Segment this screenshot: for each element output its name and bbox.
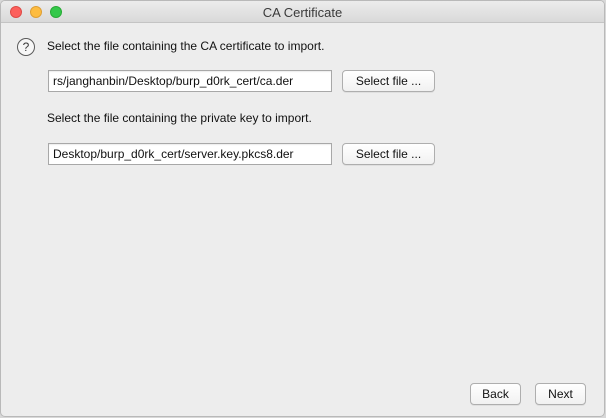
dialog-content: ? Select the file containing the CA cert… xyxy=(1,23,604,416)
select-key-file-button[interactable]: Select file ... xyxy=(342,143,435,165)
title-bar[interactable]: CA Certificate xyxy=(1,1,604,23)
private-key-path-text: Desktop/burp_d0rk_cert/server.key.pkcs8.… xyxy=(53,147,294,161)
ca-certificate-dialog: CA Certificate ? Select the file contain… xyxy=(0,0,605,417)
select-ca-file-button[interactable]: Select file ... xyxy=(342,70,435,92)
private-key-path-field[interactable]: Desktop/burp_d0rk_cert/server.key.pkcs8.… xyxy=(48,143,332,165)
window-title: CA Certificate xyxy=(262,5,343,20)
help-icon: ? xyxy=(17,38,35,56)
back-button[interactable]: Back xyxy=(470,383,521,405)
next-button[interactable]: Next xyxy=(535,383,586,405)
private-key-prompt: Select the file containing the private k… xyxy=(47,111,312,125)
ca-certificate-path-text: rs/janghanbin/Desktop/burp_d0rk_cert/ca.… xyxy=(53,74,294,88)
ca-certificate-prompt: Select the file containing the CA certif… xyxy=(47,39,325,53)
ca-certificate-path-field[interactable]: rs/janghanbin/Desktop/burp_d0rk_cert/ca.… xyxy=(48,70,332,92)
